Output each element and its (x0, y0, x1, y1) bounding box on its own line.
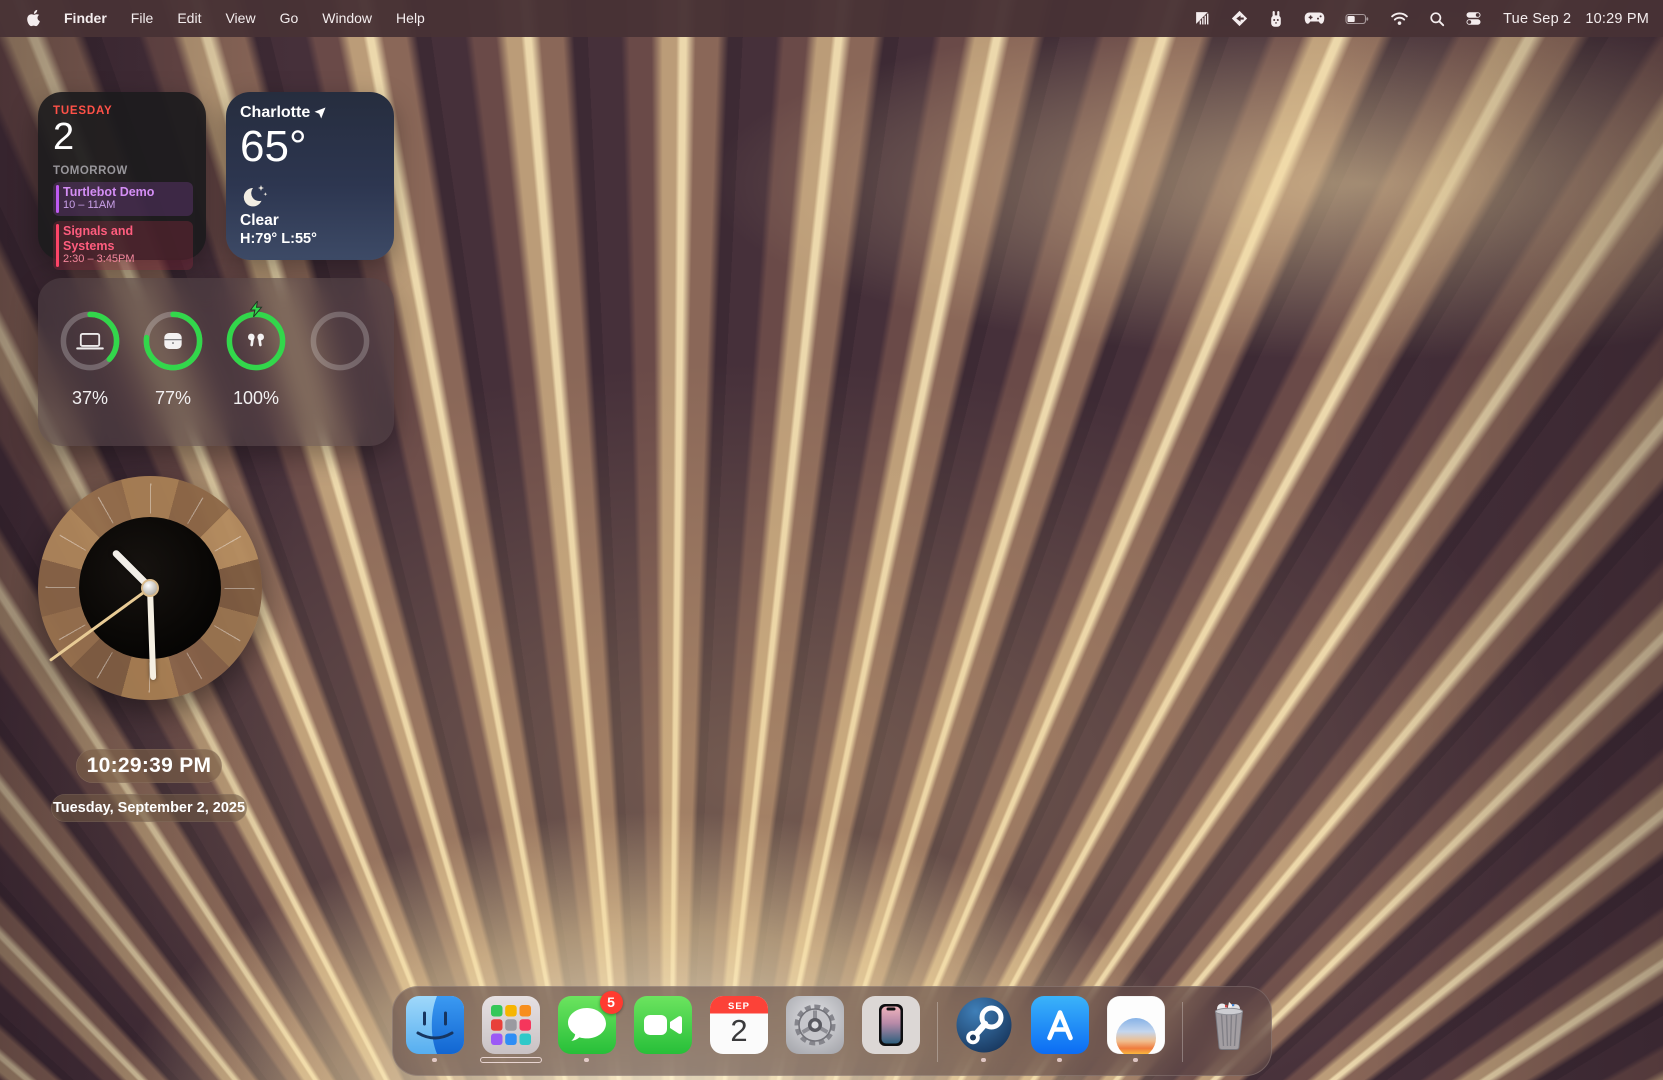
wifi-icon[interactable] (1383, 0, 1416, 37)
game-controller-icon[interactable] (1297, 0, 1332, 37)
messages-badge: 5 (600, 991, 623, 1014)
menu-bar: Finder File Edit View Go Window Help (0, 0, 1663, 37)
dock-app-facetime[interactable] (633, 996, 693, 1066)
dock-app-launchpad[interactable] (481, 996, 541, 1066)
calendar-icon-month: SEP (727, 1001, 749, 1012)
running-indicator (1133, 1058, 1138, 1063)
ollama-icon[interactable] (1261, 0, 1291, 37)
event-time: 2:30 – 3:45PM (63, 253, 187, 266)
date-label: Tuesday, September 2, 2025 (51, 794, 247, 822)
system-settings-icon (786, 996, 844, 1054)
battery-ring-airpods-case: 77% (131, 308, 215, 409)
menu-item-finder[interactable]: Finder (53, 0, 118, 37)
menu-item-file[interactable]: File (120, 0, 165, 37)
calendar-day-number: 2 (53, 118, 193, 158)
battery-percent-label: 77% (131, 388, 215, 409)
event-color-bar (56, 224, 59, 267)
battery-percent-label: 100% (214, 388, 298, 409)
event-title: Signals and Systems (63, 224, 187, 253)
weather-condition: Clear (240, 212, 380, 230)
search-icon[interactable] (1422, 0, 1452, 37)
dia-icon (1107, 996, 1165, 1054)
menu-item-help[interactable]: Help (385, 0, 436, 37)
menu-item-edit[interactable]: Edit (166, 0, 212, 37)
battery-percent-label: 37% (48, 388, 132, 409)
weather-high-low: H:79° L:55° (240, 231, 380, 247)
location-arrow-icon (314, 107, 326, 119)
moon-clear-icon (240, 184, 380, 210)
event-color-bar (56, 185, 59, 214)
dock-trash[interactable] (1199, 996, 1259, 1066)
dock-app-app-store[interactable] (1030, 996, 1090, 1066)
trash-full-icon (1200, 996, 1258, 1054)
weather-widget[interactable]: Charlotte 65° Clear H:79° L:55° (226, 92, 394, 260)
app-store-icon (1031, 996, 1089, 1054)
control-center-icon[interactable] (1458, 0, 1489, 37)
dock-app-steam[interactable] (954, 996, 1014, 1066)
dock-app-finder[interactable] (405, 996, 465, 1066)
menubar-time: 10:29 PM (1585, 11, 1649, 27)
dock-app-calendar[interactable]: SEP 2 (709, 996, 769, 1066)
calendar-section-label: TOMORROW (53, 165, 193, 177)
menu-item-window[interactable]: Window (311, 0, 383, 37)
running-indicator (1057, 1058, 1062, 1063)
finder-icon (406, 996, 464, 1054)
weather-temperature: 65° (240, 124, 380, 170)
running-indicator (981, 1058, 986, 1063)
weather-city: Charlotte (240, 104, 310, 122)
display-diagonal-icon[interactable] (1187, 0, 1218, 37)
calendar-event[interactable]: Turtlebot Demo 10 – 11AM (53, 182, 193, 217)
apple-menu[interactable] (14, 9, 51, 28)
running-indicator (584, 1058, 589, 1063)
menu-item-view[interactable]: View (214, 0, 266, 37)
digital-time-label: 10:29:39 PM (76, 749, 222, 783)
dock-separator (937, 1002, 938, 1062)
menubar-date: Tue Sep 2 (1503, 11, 1571, 27)
iphone-mirroring-icon (862, 996, 920, 1054)
dock-app-iphone-mirroring[interactable] (861, 996, 921, 1066)
desktop: Finder File Edit View Go Window Help (0, 0, 1663, 1080)
running-indicator (432, 1058, 437, 1063)
launchpad-icon (482, 996, 540, 1054)
event-title: Turtlebot Demo (63, 185, 187, 199)
calendar-weekday: TUESDAY (53, 105, 193, 117)
batteries-widget[interactable]: 37% 77% (38, 278, 394, 446)
battery-ring-empty (298, 308, 382, 374)
dock: 5 SEP 2 (392, 986, 1272, 1076)
dock-app-messages[interactable]: 5 (557, 996, 617, 1066)
macbook-icon (57, 308, 123, 374)
calendar-widget[interactable]: TUESDAY 2 TOMORROW Turtlebot Demo 10 – 1… (38, 92, 206, 260)
menu-item-go[interactable]: Go (269, 0, 310, 37)
analog-clock-widget[interactable] (38, 476, 262, 700)
dock-app-dia[interactable] (1106, 996, 1166, 1066)
airpods-case-icon (140, 308, 206, 374)
airpods-icon (223, 308, 289, 374)
apple-icon (24, 9, 41, 28)
battery-ring-macbook: 37% (48, 308, 132, 409)
calendar-icon: SEP 2 (710, 996, 768, 1054)
clock-hub (141, 579, 159, 597)
dock-app-system-settings[interactable] (785, 996, 845, 1066)
battery-ring-airpods: 100% (214, 308, 298, 409)
line-indicator (480, 1057, 542, 1063)
event-time: 10 – 11AM (63, 199, 187, 212)
facetime-icon (634, 996, 692, 1054)
menubar-clock[interactable]: Tue Sep 2 10:29 PM (1495, 11, 1649, 27)
dock-separator (1182, 1002, 1183, 1062)
calendar-event[interactable]: Signals and Systems 2:30 – 3:45PM (53, 221, 193, 270)
charging-bolt-icon (250, 301, 263, 317)
battery-icon[interactable] (1338, 0, 1377, 37)
calendar-icon-day: 2 (730, 1013, 747, 1048)
input-switcher-icon[interactable] (1224, 0, 1255, 37)
steam-icon (955, 996, 1013, 1054)
